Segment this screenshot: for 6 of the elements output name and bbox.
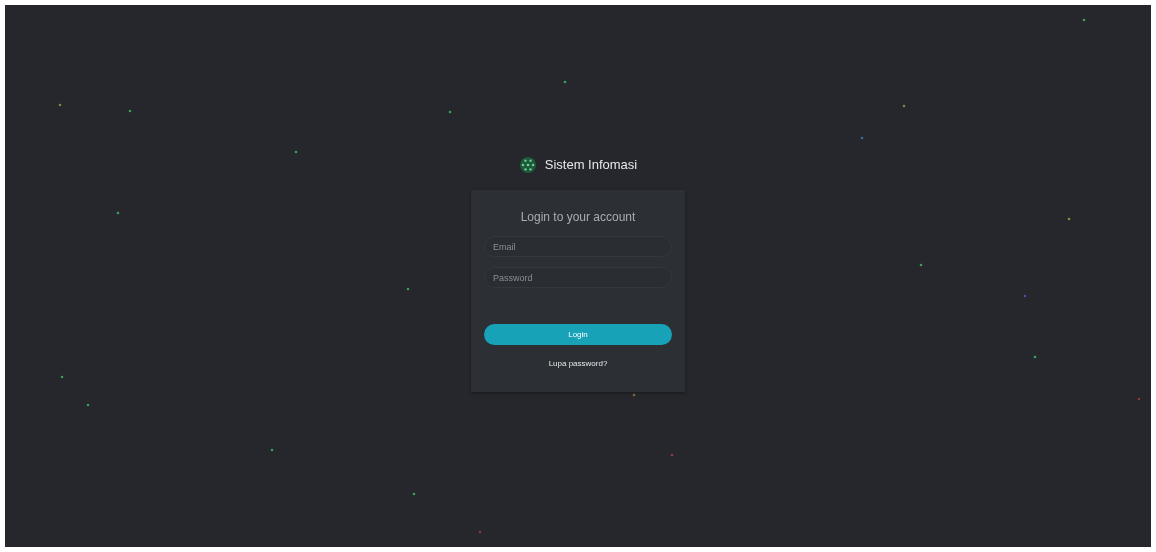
- logo-icon: [518, 156, 537, 174]
- email-field[interactable]: Email: [484, 236, 672, 257]
- forgot-password-link[interactable]: Lupa password?: [548, 358, 608, 370]
- password-field[interactable]: Password: [484, 267, 672, 288]
- app-title: Sistem Infomasi: [544, 156, 638, 175]
- login-heading: Login to your account: [520, 210, 636, 224]
